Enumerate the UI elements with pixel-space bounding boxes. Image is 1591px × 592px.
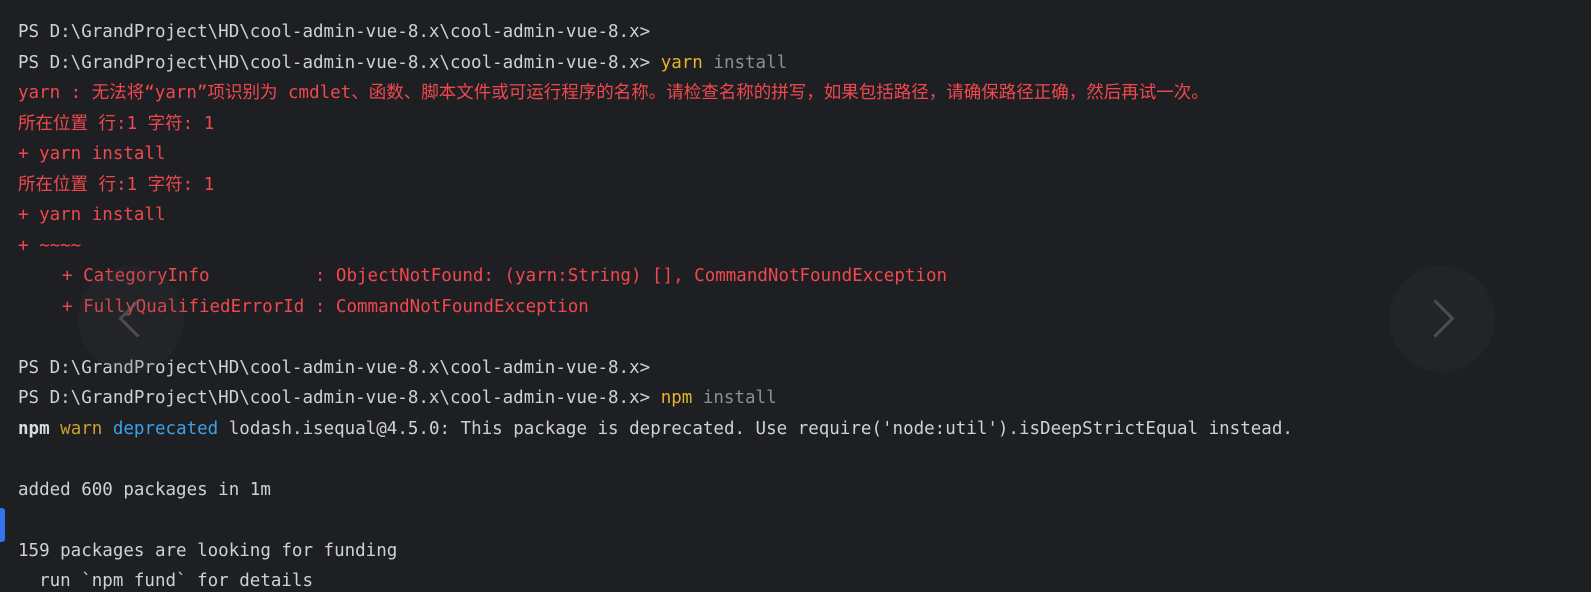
command-argument: install [713,52,788,73]
error-line: 所在位置 行:1 字符: 1 [18,174,215,195]
command-name: yarn [660,52,703,73]
previous-button[interactable] [78,266,184,372]
error-line: + ~~~~ [18,235,82,256]
chevron-right-icon [1416,299,1455,338]
error-detail-line: + FullyQualifiedErrorId : CommandNotFoun… [62,296,589,317]
command-name: npm [660,388,693,408]
chevron-left-icon [118,299,157,338]
output-line: added 600 packages in 1m [18,479,271,500]
prompt: PS D:\GrandProject\HD\cool-admin-vue-8.x… [18,388,651,408]
npm-label: npm [18,418,50,439]
terminal-output[interactable]: PS D:\GrandProject\HD\cool-admin-vue-8.x… [0,0,1591,592]
terminal-line: PS D:\GrandProject\HD\cool-admin-vue-8.x… [18,48,1591,79]
prompt: PS D:\GrandProject\HD\cool-admin-vue-8.x… [18,52,651,73]
error-line: yarn : 无法将“yarn”项识别为 cmdlet、函数、脚本文件或可运行程… [18,83,1209,103]
terminal-line: PS D:\GrandProject\HD\cool-admin-vue-8.x… [18,383,1591,414]
terminal-line: PS D:\GrandProject\HD\cool-admin-vue-8.x… [18,17,1591,48]
warning-message: lodash.isequal@4.5.0: This package is de… [228,418,1293,439]
prompt: PS D:\GrandProject\HD\cool-admin-vue-8.x… [18,22,651,42]
error-line: 所在位置 行:1 字符: 1 [18,113,215,134]
deprecated-label: deprecated [112,418,219,439]
error-detail-line: + CategoryInfo : ObjectNotFound: (yarn:S… [62,266,948,286]
terminal-line: PS D:\GrandProject\HD\cool-admin-vue-8.x… [18,353,1591,384]
error-line: + yarn install [18,144,166,164]
warn-label: warn [60,418,103,439]
output-line: 159 packages are looking for funding [18,540,398,561]
next-button[interactable] [1389,266,1495,372]
output-line: run `npm fund` for details [18,571,314,591]
npm-warning-line: npm warn deprecated lodash.isequal@4.5.0… [18,414,1591,445]
error-line: + yarn install [18,205,166,225]
gutter-marker [0,508,5,542]
command-argument: install [702,388,777,408]
